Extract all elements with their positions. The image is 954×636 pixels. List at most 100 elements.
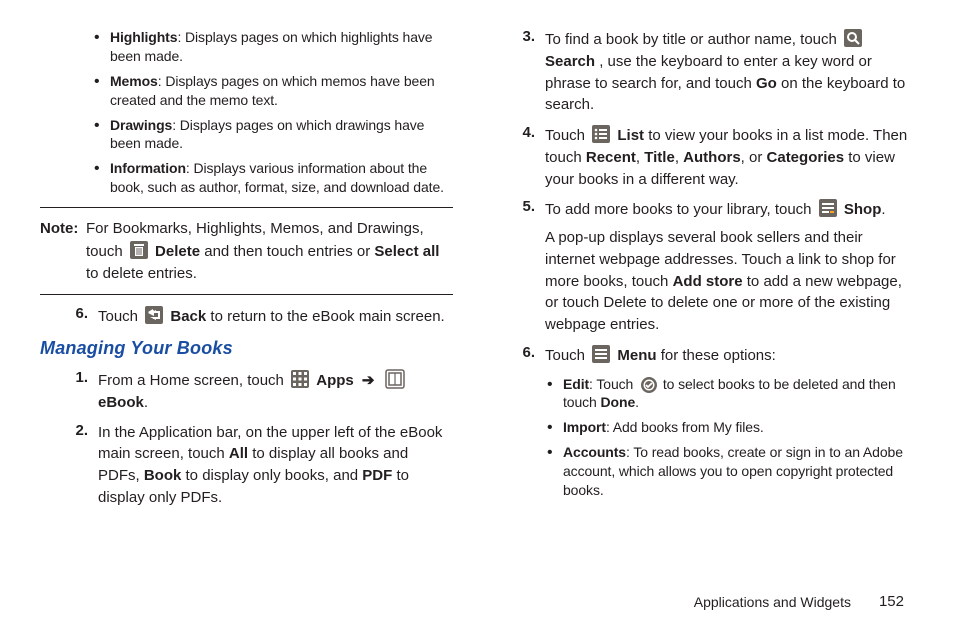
step-body: Touch List to view your books in a list … — [545, 124, 914, 190]
step-body: To add more books to your library, touch… — [545, 198, 914, 336]
bullet-icon: • — [547, 443, 563, 500]
step-item: 2. In the Application bar, on the upper … — [40, 422, 453, 509]
bullet-text: Memos: Displays pages on which memos hav… — [110, 72, 453, 110]
back-icon — [144, 305, 164, 325]
bullet-icon: • — [94, 28, 110, 66]
bullet-icon: • — [547, 375, 563, 413]
step-item: 5. To add more books to your library, to… — [501, 198, 914, 336]
done-label: Done — [601, 394, 636, 410]
bullet-text: Drawings: Displays pages on which drawin… — [110, 116, 453, 154]
title-label: Title — [644, 149, 675, 166]
comma: , — [636, 149, 644, 166]
pdf-label: PDF — [362, 467, 392, 484]
step-item: 6. Touch Back to return to the eBook mai… — [40, 305, 453, 328]
note: Note: For Bookmarks, Highlights, Memos, … — [40, 218, 453, 284]
step-text: From a Home screen, touch — [98, 372, 288, 389]
search-label: Search — [545, 53, 595, 70]
shop-label: Shop — [844, 201, 882, 218]
step-text: Touch — [98, 308, 142, 325]
step-number: 2. — [54, 422, 98, 509]
step-text: . — [144, 394, 148, 411]
bullet-icon: • — [94, 159, 110, 197]
edit-pre: : Touch — [589, 376, 637, 392]
book-label: Book — [144, 467, 182, 484]
check-circle-icon — [639, 375, 657, 393]
step-item: 3. To find a book by title or author nam… — [501, 28, 914, 116]
step-item: 4. Touch List to view your books in a li… — [501, 124, 914, 190]
step-item: 6. Touch Menu for these options: — [501, 344, 914, 367]
search-icon — [843, 28, 863, 48]
page-content: • Highlights: Displays pages on which hi… — [0, 0, 954, 517]
edit-end: . — [635, 394, 639, 410]
apps-grid-icon — [290, 369, 310, 389]
section-heading: Managing Your Books — [40, 338, 453, 359]
step-number: 6. — [501, 344, 545, 367]
apps-label: Apps — [316, 372, 354, 389]
comma: , — [675, 149, 683, 166]
step-text: Touch — [545, 127, 589, 144]
bullet-term: Information — [110, 160, 186, 176]
import-desc: : Add books from My files. — [606, 419, 764, 435]
step-text: To find a book by title or author name, … — [545, 31, 841, 48]
page-number: 152 — [879, 593, 904, 610]
step-body: Touch Back to return to the eBook main s… — [98, 305, 453, 328]
addstore-label: Add store — [673, 273, 743, 290]
delete-label: Delete — [155, 243, 200, 260]
note-text: and then touch entries or — [204, 243, 374, 260]
note-text: to delete entries. — [86, 265, 197, 282]
menu-icon — [591, 344, 611, 364]
bullet-icon: • — [94, 72, 110, 110]
edit-term: Edit — [563, 376, 589, 392]
select-all-label: Select all — [374, 243, 439, 260]
import-term: Import — [563, 419, 606, 435]
step-text: To add more books to your library, touch — [545, 201, 816, 218]
accounts-term: Accounts — [563, 444, 626, 460]
step-body: From a Home screen, touch Apps ➔ eBook. — [98, 369, 453, 414]
step-body: To find a book by title or author name, … — [545, 28, 914, 116]
divider — [40, 207, 453, 208]
bullet-term: Drawings — [110, 117, 172, 133]
note-label: Note: — [40, 220, 78, 237]
bullet-text: Highlights: Displays pages on which high… — [110, 28, 453, 66]
step-text: to display only books, and — [186, 467, 363, 484]
step-number: 3. — [501, 28, 545, 116]
list-item: • Highlights: Displays pages on which hi… — [40, 28, 453, 66]
step-number: 6. — [54, 305, 98, 328]
step-item: 1. From a Home screen, touch Apps ➔ eBoo… — [40, 369, 453, 414]
menu-label: Menu — [617, 347, 656, 364]
go-label: Go — [756, 75, 777, 92]
footer-section: Applications and Widgets — [694, 594, 851, 610]
shop-icon — [818, 198, 838, 218]
authors-label: Authors — [683, 149, 741, 166]
step-text: Touch — [545, 347, 589, 364]
list-item: • Edit: Touch to select books to be dele… — [545, 375, 914, 413]
step-number: 1. — [54, 369, 98, 414]
all-label: All — [229, 445, 248, 462]
step-number: 5. — [501, 198, 545, 336]
bullet-term: Highlights — [110, 29, 177, 45]
bullet-text: Information: Displays various informatio… — [110, 159, 453, 197]
divider — [40, 294, 453, 295]
bullet-term: Memos — [110, 73, 158, 89]
step-text: for these options: — [661, 347, 776, 364]
categories-label: Categories — [767, 149, 845, 166]
left-column: • Highlights: Displays pages on which hi… — [40, 28, 453, 517]
list-item: • Drawings: Displays pages on which draw… — [40, 116, 453, 154]
ebook-label: eBook — [98, 394, 144, 411]
bullet-text: Edit: Touch to select books to be delete… — [563, 375, 914, 413]
step-text: . — [881, 201, 885, 218]
step-body: In the Application bar, on the upper lef… — [98, 422, 453, 509]
list-item: • Information: Displays various informat… — [40, 159, 453, 197]
step-body: Touch Menu for these options: — [545, 344, 914, 367]
bullet-text: Import: Add books from My files. — [563, 418, 914, 437]
or-text: , or — [741, 149, 767, 166]
step-number: 4. — [501, 124, 545, 190]
bullet-desc: : Displays pages on which memos have bee… — [110, 73, 435, 108]
bullet-icon: • — [547, 418, 563, 437]
list-icon — [591, 124, 611, 144]
page-footer: Applications and Widgets 152 — [694, 593, 904, 610]
back-label: Back — [170, 308, 206, 325]
list-label: List — [617, 127, 644, 144]
right-column: 3. To find a book by title or author nam… — [501, 28, 914, 517]
bullet-icon: • — [94, 116, 110, 154]
